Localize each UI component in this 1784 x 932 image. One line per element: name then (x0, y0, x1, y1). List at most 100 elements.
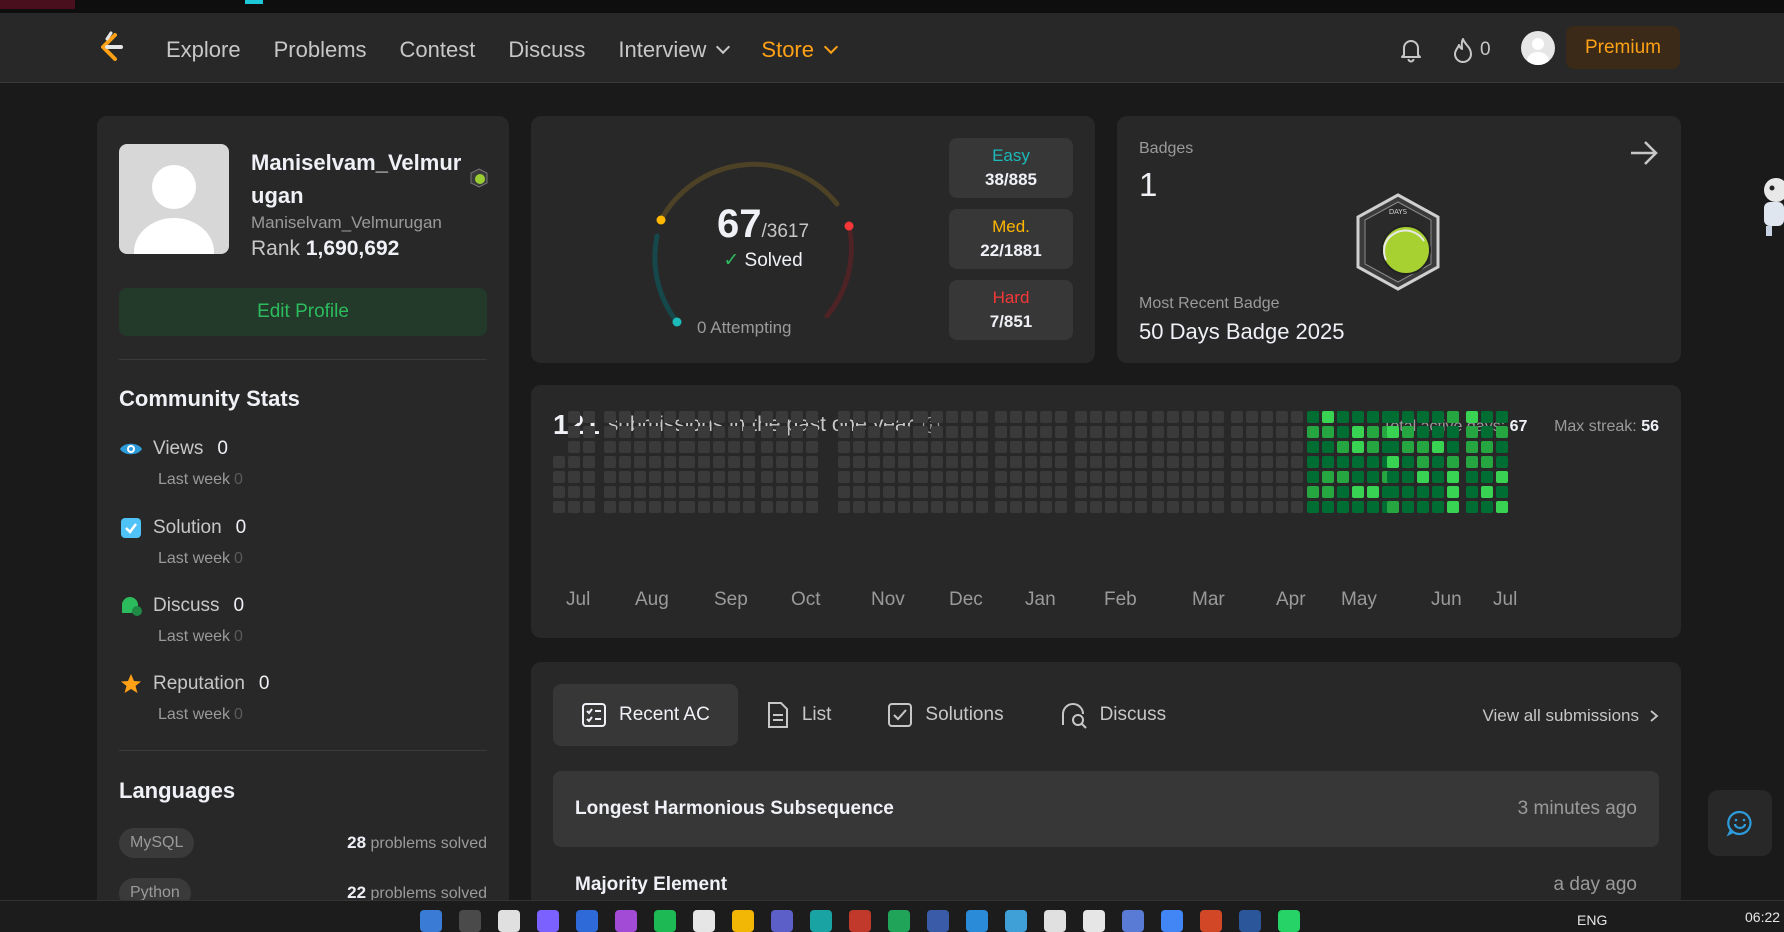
heatmap-cell[interactable] (1367, 471, 1379, 483)
heatmap-cell[interactable] (1010, 426, 1022, 438)
heatmap-cell[interactable] (743, 441, 755, 453)
taskbar-app-icon[interactable] (420, 910, 442, 932)
chat-button[interactable] (1708, 790, 1772, 856)
tab-recent-ac[interactable]: Recent AC (553, 684, 738, 746)
heatmap-cell[interactable] (1120, 441, 1132, 453)
heatmap-cell[interactable] (1481, 501, 1493, 513)
heatmap-cell[interactable] (916, 411, 928, 423)
heatmap-cell[interactable] (1246, 456, 1258, 468)
heatmap-cell[interactable] (838, 441, 850, 453)
heatmap-cell[interactable] (776, 456, 788, 468)
heatmap-cell[interactable] (1447, 456, 1459, 468)
streak-counter[interactable]: 0 (1452, 37, 1491, 63)
taskbar-app-icon[interactable] (849, 910, 871, 932)
heatmap-cell[interactable] (1447, 426, 1459, 438)
heatmap-cell[interactable] (1212, 471, 1224, 483)
heatmap-cell[interactable] (683, 486, 695, 498)
heatmap-cell[interactable] (1135, 426, 1147, 438)
heatmap-cell[interactable] (1055, 471, 1067, 483)
heatmap-cell[interactable] (1307, 426, 1319, 438)
taskbar-app-icon[interactable] (771, 910, 793, 932)
heatmap-cell[interactable] (946, 441, 958, 453)
heatmap-cell[interactable] (1432, 471, 1444, 483)
heatmap-cell[interactable] (791, 411, 803, 423)
heatmap-cell[interactable] (838, 501, 850, 513)
heatmap-cell[interactable] (1197, 486, 1209, 498)
heatmap-cell[interactable] (664, 471, 676, 483)
heatmap-cell[interactable] (931, 486, 943, 498)
heatmap-cell[interactable] (1481, 486, 1493, 498)
view-all-submissions-link[interactable]: View all submissions (1482, 706, 1659, 726)
heatmap-cell[interactable] (791, 486, 803, 498)
heatmap-cell[interactable] (1120, 426, 1132, 438)
heatmap-cell[interactable] (1291, 426, 1303, 438)
heatmap-cell[interactable] (883, 411, 895, 423)
heatmap-cell[interactable] (946, 501, 958, 513)
heatmap-cell[interactable] (604, 441, 616, 453)
arrow-right-icon[interactable] (1629, 140, 1659, 166)
heatmap-cell[interactable] (1322, 486, 1334, 498)
heatmap-cell[interactable] (761, 471, 773, 483)
heatmap-cell[interactable] (995, 426, 1007, 438)
heatmap-cell[interactable] (1261, 426, 1273, 438)
heatmap-cell[interactable] (931, 411, 943, 423)
heatmap-cell[interactable] (649, 441, 661, 453)
heatmap-cell[interactable] (1105, 441, 1117, 453)
heatmap-cell[interactable] (1010, 471, 1022, 483)
heatmap-cell[interactable] (916, 471, 928, 483)
heatmap-cell[interactable] (1276, 486, 1288, 498)
heatmap-cell[interactable] (1417, 411, 1429, 423)
heatmap-cell[interactable] (1090, 426, 1102, 438)
heatmap-cell[interactable] (1276, 456, 1288, 468)
heatmap-cell[interactable] (1447, 471, 1459, 483)
heatmap-cell[interactable] (1481, 411, 1493, 423)
heatmap-cell[interactable] (1387, 486, 1399, 498)
heatmap-cell[interactable] (1352, 486, 1364, 498)
heatmap-cell[interactable] (1182, 501, 1194, 513)
heatmap-cell[interactable] (1040, 441, 1052, 453)
heatmap-cell[interactable] (916, 501, 928, 513)
heatmap-cell[interactable] (1307, 501, 1319, 513)
heatmap-cell[interactable] (649, 501, 661, 513)
heatmap-cell[interactable] (853, 486, 865, 498)
heatmap-cell[interactable] (1246, 486, 1258, 498)
heatmap-cell[interactable] (883, 426, 895, 438)
heatmap-cell[interactable] (976, 501, 988, 513)
heatmap-cell[interactable] (683, 501, 695, 513)
language-tag[interactable]: MySQL (119, 828, 195, 858)
heatmap-cell[interactable] (1231, 456, 1243, 468)
heatmap-cell[interactable] (1261, 501, 1273, 513)
heatmap-cell[interactable] (1387, 411, 1399, 423)
heatmap-cell[interactable] (1090, 501, 1102, 513)
heatmap-cell[interactable] (898, 426, 910, 438)
heatmap-cell[interactable] (1417, 501, 1429, 513)
heatmap-cell[interactable] (1367, 486, 1379, 498)
heatmap-cell[interactable] (664, 456, 676, 468)
heatmap-cell[interactable] (1447, 486, 1459, 498)
taskbar-app-icon[interactable] (966, 910, 988, 932)
heatmap-cell[interactable] (743, 501, 755, 513)
heatmap-cell[interactable] (553, 471, 565, 483)
heatmap-cell[interactable] (698, 486, 710, 498)
heatmap-cell[interactable] (883, 441, 895, 453)
heatmap-cell[interactable] (1090, 411, 1102, 423)
heatmap-cell[interactable] (883, 456, 895, 468)
heatmap-cell[interactable] (1246, 426, 1258, 438)
heatmap-cell[interactable] (1010, 486, 1022, 498)
heatmap-cell[interactable] (1291, 456, 1303, 468)
heatmap-cell[interactable] (1322, 426, 1334, 438)
heatmap-cell[interactable] (1481, 441, 1493, 453)
heatmap-cell[interactable] (1352, 456, 1364, 468)
heatmap-cell[interactable] (1055, 456, 1067, 468)
heatmap-cell[interactable] (1055, 426, 1067, 438)
heatmap-cell[interactable] (713, 501, 725, 513)
heatmap-cell[interactable] (1466, 456, 1478, 468)
taskbar-app-icon[interactable] (1044, 910, 1066, 932)
avatar[interactable] (1521, 31, 1555, 65)
heatmap-cell[interactable] (1322, 441, 1334, 453)
heatmap-cell[interactable] (1496, 486, 1508, 498)
heatmap-cell[interactable] (683, 441, 695, 453)
heatmap-cell[interactable] (1167, 426, 1179, 438)
heatmap-cell[interactable] (634, 426, 646, 438)
heatmap-cell[interactable] (713, 441, 725, 453)
